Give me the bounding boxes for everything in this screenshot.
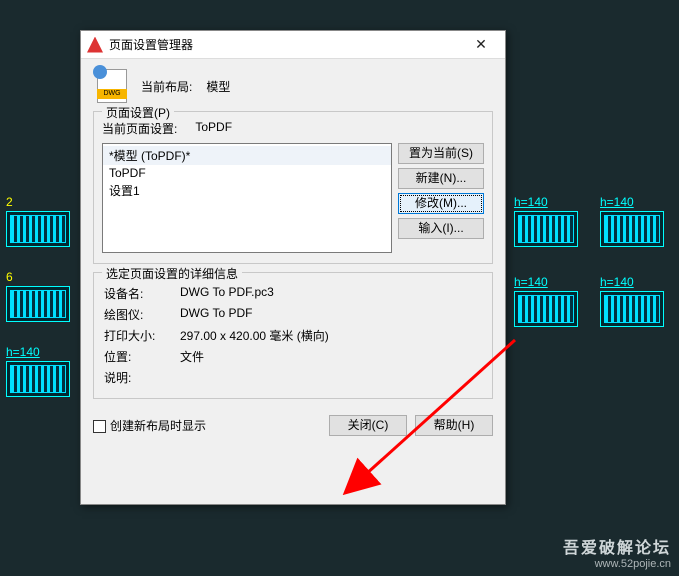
bg-label: 6	[6, 270, 70, 284]
bg-thumbnail	[514, 291, 578, 327]
current-page-setup-label: 当前页面设置:	[102, 120, 177, 137]
bg-label-cyan: h=140	[600, 275, 664, 289]
help-button[interactable]: 帮助(H)	[415, 415, 493, 436]
modify-button[interactable]: 修改(M)...	[398, 193, 484, 214]
bg-label-cyan: h=140	[514, 195, 578, 209]
bg-thumbnail	[6, 211, 70, 247]
dialog-title: 页面设置管理器	[109, 36, 463, 53]
bg-thumbnail	[600, 291, 664, 327]
watermark-url: www.52pojie.cn	[563, 558, 671, 570]
import-button[interactable]: 输入(I)...	[398, 218, 484, 239]
page-setup-legend: 页面设置(P)	[102, 104, 174, 121]
titlebar[interactable]: 页面设置管理器 ✕	[81, 31, 505, 59]
autocad-icon	[87, 37, 103, 53]
bg-thumbnail	[514, 211, 578, 247]
details-group: 选定页面设置的详细信息 设备名: DWG To PDF.pc3 绘图仪: DWG…	[93, 272, 493, 399]
bg-label: 2	[6, 195, 70, 209]
checkbox-icon[interactable]	[93, 420, 106, 433]
size-label: 打印大小:	[104, 327, 180, 344]
create-on-new-layout-checkbox[interactable]: 创建新布局时显示	[93, 417, 206, 434]
desc-label: 说明:	[104, 369, 180, 386]
bg-label-cyan: h=140	[600, 195, 664, 209]
list-item[interactable]: 设置1	[103, 181, 391, 200]
close-button[interactable]: 关闭(C)	[329, 415, 407, 436]
new-button[interactable]: 新建(N)...	[398, 168, 484, 189]
device-label: 设备名:	[104, 285, 180, 302]
dwg-file-icon: DWG	[97, 69, 127, 103]
details-legend: 选定页面设置的详细信息	[102, 265, 242, 282]
current-layout-label: 当前布局:	[141, 78, 192, 95]
size-value: 297.00 x 420.00 毫米 (横向)	[180, 327, 482, 344]
watermark: 吾爱破解论坛 www.52pojie.cn	[563, 534, 671, 570]
page-setup-manager-dialog: 页面设置管理器 ✕ DWG 当前布局: 模型 页面设置(P) 当前页面设置: T…	[80, 30, 506, 505]
page-setup-listbox[interactable]: *模型 (ToPDF)* ToPDF 设置1	[102, 143, 392, 253]
bg-thumbnail	[600, 211, 664, 247]
current-layout-value: 模型	[206, 78, 230, 95]
plotter-label: 绘图仪:	[104, 306, 180, 323]
list-item[interactable]: *模型 (ToPDF)*	[103, 146, 391, 165]
device-value: DWG To PDF.pc3	[180, 285, 482, 302]
watermark-text: 吾爱破解论坛	[563, 534, 671, 558]
location-label: 位置:	[104, 348, 180, 365]
current-page-setup-value: ToPDF	[195, 120, 232, 137]
desc-value	[180, 369, 482, 386]
list-item[interactable]: ToPDF	[103, 165, 391, 181]
bg-label-cyan: h=140	[514, 275, 578, 289]
bg-label-cyan: h=140	[6, 345, 70, 359]
close-icon[interactable]: ✕	[463, 31, 499, 58]
set-current-button[interactable]: 置为当前(S)	[398, 143, 484, 164]
plotter-value: DWG To PDF	[180, 306, 482, 323]
location-value: 文件	[180, 348, 482, 365]
page-setup-group: 页面设置(P) 当前页面设置: ToPDF *模型 (ToPDF)* ToPDF…	[93, 111, 493, 264]
bg-thumbnail	[6, 286, 70, 322]
bg-thumbnail	[6, 361, 70, 397]
